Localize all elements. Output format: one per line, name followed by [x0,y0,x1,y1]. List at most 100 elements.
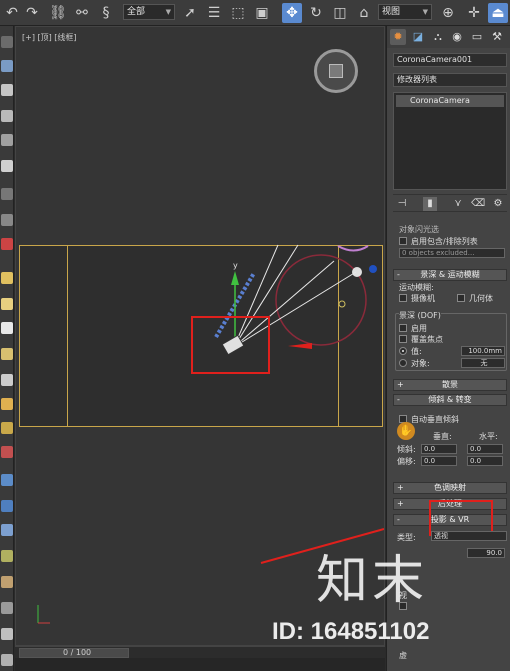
shift-vertical-field[interactable]: 0.0 [421,456,457,466]
scale-icon[interactable]: ◫ [330,3,350,23]
shift-label: 偏移: [397,457,416,466]
gizmo-y-label: y [233,261,238,270]
frame-counter: 0 / 100 [63,648,92,657]
rollout-dof-mb[interactable]: - 景深 & 运动模糊 [393,269,507,281]
record-tool-icon[interactable] [1,238,13,250]
motion-tab-icon[interactable]: ◉ [449,29,465,45]
rotate-icon[interactable]: ↻ [306,3,326,23]
main-toolbar: ↶ ↷ ⛓ ⚯ § 全部 ▼ ➚ ☰ ⬚ ▣ ✥ ↻ ◫ ⌂ 视图 ▼ ⊕ ✛ … [0,0,510,26]
sphere-object[interactable] [337,245,369,252]
tube-tool-icon[interactable] [1,602,13,614]
pin-stack-icon[interactable]: ⊣ [395,197,409,211]
grid-tool-icon[interactable] [1,110,13,122]
gizmo-y-arrow[interactable] [231,271,239,285]
ring-tool-icon[interactable] [1,628,13,640]
system-tool-icon[interactable] [1,550,13,562]
rock-tool-icon[interactable] [1,654,13,666]
document-tool-icon[interactable] [1,84,13,96]
camera-object[interactable] [221,334,245,356]
redo-icon[interactable]: ↷ [22,3,42,23]
rollout-tilt-shift-title: 倾斜 & 转变 [428,395,472,404]
include-exclude-checkbox[interactable] [399,237,407,245]
blue-dot[interactable] [369,265,377,273]
paint-tool-icon[interactable] [1,60,13,72]
focus-object-radio[interactable] [399,359,407,367]
shape-tool-icon[interactable] [1,500,13,512]
sky-tool-icon[interactable] [1,422,13,434]
focus-value-radio[interactable] [399,347,407,355]
remove-modifier-icon[interactable]: ⌫ [471,197,485,211]
hierarchy-tab-icon[interactable]: ⛬ [430,29,446,45]
move-icon[interactable]: ✥ [282,3,302,23]
make-unique-icon[interactable]: ⋎ [451,197,465,211]
objects-excluded-button[interactable]: 0 objects excluded... [399,248,505,258]
modifier-list-select[interactable]: 修改器列表 [393,73,507,87]
reference-coord-select[interactable]: 视图 ▼ [378,4,432,20]
select-by-name-icon[interactable]: ☰ [204,3,224,23]
spline-tool-icon[interactable] [1,474,13,486]
place-icon[interactable]: ⌂ [354,3,374,23]
projection-type-select[interactable]: 透视 [431,531,507,541]
rect-selection-icon[interactable]: ⬚ [228,3,248,23]
undo-icon[interactable]: ↶ [2,3,22,23]
focus-value-field[interactable]: 100.0mm [461,346,505,356]
select-manipulate-icon[interactable]: ✛ [464,3,484,23]
modifier-stack[interactable]: CoronaCamera [393,92,507,190]
layers-tool-icon[interactable] [1,134,13,146]
white-dot[interactable] [352,267,362,277]
display-tab-icon[interactable]: ▭ [469,29,485,45]
utility-tool-icon[interactable] [1,576,13,588]
camera-mb-checkbox[interactable] [399,294,407,302]
selection-filter-select[interactable]: 全部 ▼ [123,4,175,20]
dof-enable-checkbox[interactable] [399,324,407,332]
target-marker[interactable] [338,300,346,308]
override-focus-checkbox[interactable] [399,335,407,343]
tilt-vertical-field[interactable]: 0.0 [421,444,457,454]
create-tool-icon[interactable] [1,36,13,48]
configure-sets-icon[interactable]: ⚙ [491,197,505,211]
helper-tool-icon[interactable] [1,446,13,458]
window-crossing-icon[interactable]: ▣ [252,3,272,23]
cone-tool-icon[interactable] [1,374,13,386]
link-icon[interactable]: ⛓ [48,3,68,23]
keyboard-shortcut-icon[interactable]: ⏏ [488,3,508,23]
rollout-bokeh-title: 散景 [442,380,458,389]
modifier-tool-icon[interactable] [1,524,13,536]
focus-object-button[interactable]: 无 [461,358,505,368]
light-tool-icon[interactable] [1,272,13,284]
object-name-field[interactable]: CoronaCamera001 [393,53,507,67]
pivot-icon[interactable]: ⊕ [438,3,458,23]
stack-tool-icon[interactable] [1,160,13,172]
spot-tool-icon[interactable] [1,348,13,360]
sphere-tool-icon[interactable] [1,188,13,200]
rollout-tone-mapping[interactable]: + 色调映射 [393,482,507,494]
circle-tool-icon[interactable] [1,214,13,226]
rollout-tilt-shift[interactable]: - 倾斜 & 转变 [393,394,507,406]
unlink-icon[interactable]: ⚯ [72,3,92,23]
geometry-mb-checkbox[interactable] [457,294,465,302]
tilt-horizontal-field[interactable]: 0.0 [467,444,503,454]
chevron-down-icon: ▼ [422,8,428,16]
direction-arrow [288,343,312,349]
bulb-tool-icon[interactable] [1,298,13,310]
show-end-result-icon[interactable]: ▮ [423,197,437,211]
modifier-stack-item[interactable]: CoronaCamera [396,95,504,107]
modify-tab-icon[interactable]: ◪ [410,29,426,45]
selection-filter-value: 全部 [127,7,146,17]
shift-horizontal-field[interactable]: 0.0 [467,456,503,466]
left-tool-strip [0,26,14,671]
tilt-label: 倾斜: [397,445,416,454]
omni-tool-icon[interactable] [1,322,13,334]
utilities-tab-icon[interactable]: ⚒ [489,29,505,45]
create-tab-icon[interactable]: ✹ [390,29,406,45]
motion-blur-group-label: 运动模糊: [399,283,434,292]
sun-tool-icon[interactable] [1,398,13,410]
fov-field[interactable]: 90.0 [467,548,505,558]
dof-enable-label: 启用 [411,324,427,333]
camera-mb-label: 摄像机 [411,294,435,303]
rollout-bokeh[interactable]: + 散景 [393,379,507,391]
dof-group-label: 景深 (DOF) [399,310,441,321]
select-object-icon[interactable]: ➚ [180,3,200,23]
auto-vertical-tilt-label: 自动垂直倾斜 [411,415,459,424]
bind-space-warp-icon[interactable]: § [96,3,116,23]
